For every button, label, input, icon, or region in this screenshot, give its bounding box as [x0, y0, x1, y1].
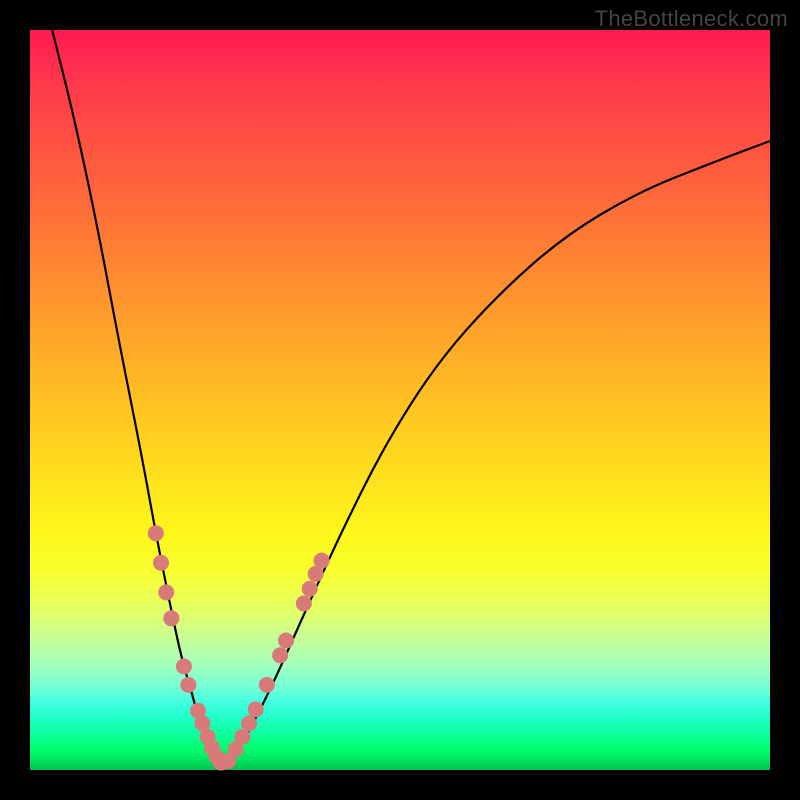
bead-right-4 — [248, 701, 264, 717]
bead-left-3 — [163, 610, 179, 626]
curve-left-curve — [52, 30, 221, 764]
bead-left-4 — [176, 658, 192, 674]
plot-area — [30, 30, 770, 770]
bead-left-5 — [180, 677, 196, 693]
bead-right-9 — [302, 581, 318, 597]
bead-right-5 — [259, 677, 275, 693]
bead-left-1 — [153, 555, 169, 571]
curve-right-curve — [226, 141, 770, 764]
chart-frame: TheBottleneck.com — [0, 0, 800, 800]
bead-right-3 — [241, 715, 257, 731]
bead-right-8 — [296, 596, 312, 612]
chart-svg — [30, 30, 770, 770]
bead-right-6 — [272, 647, 288, 663]
bead-left-2 — [158, 584, 174, 600]
bead-right-11 — [314, 553, 330, 569]
bead-left-0 — [148, 525, 164, 541]
watermark-text: TheBottleneck.com — [595, 6, 788, 32]
bead-right-7 — [278, 633, 294, 649]
